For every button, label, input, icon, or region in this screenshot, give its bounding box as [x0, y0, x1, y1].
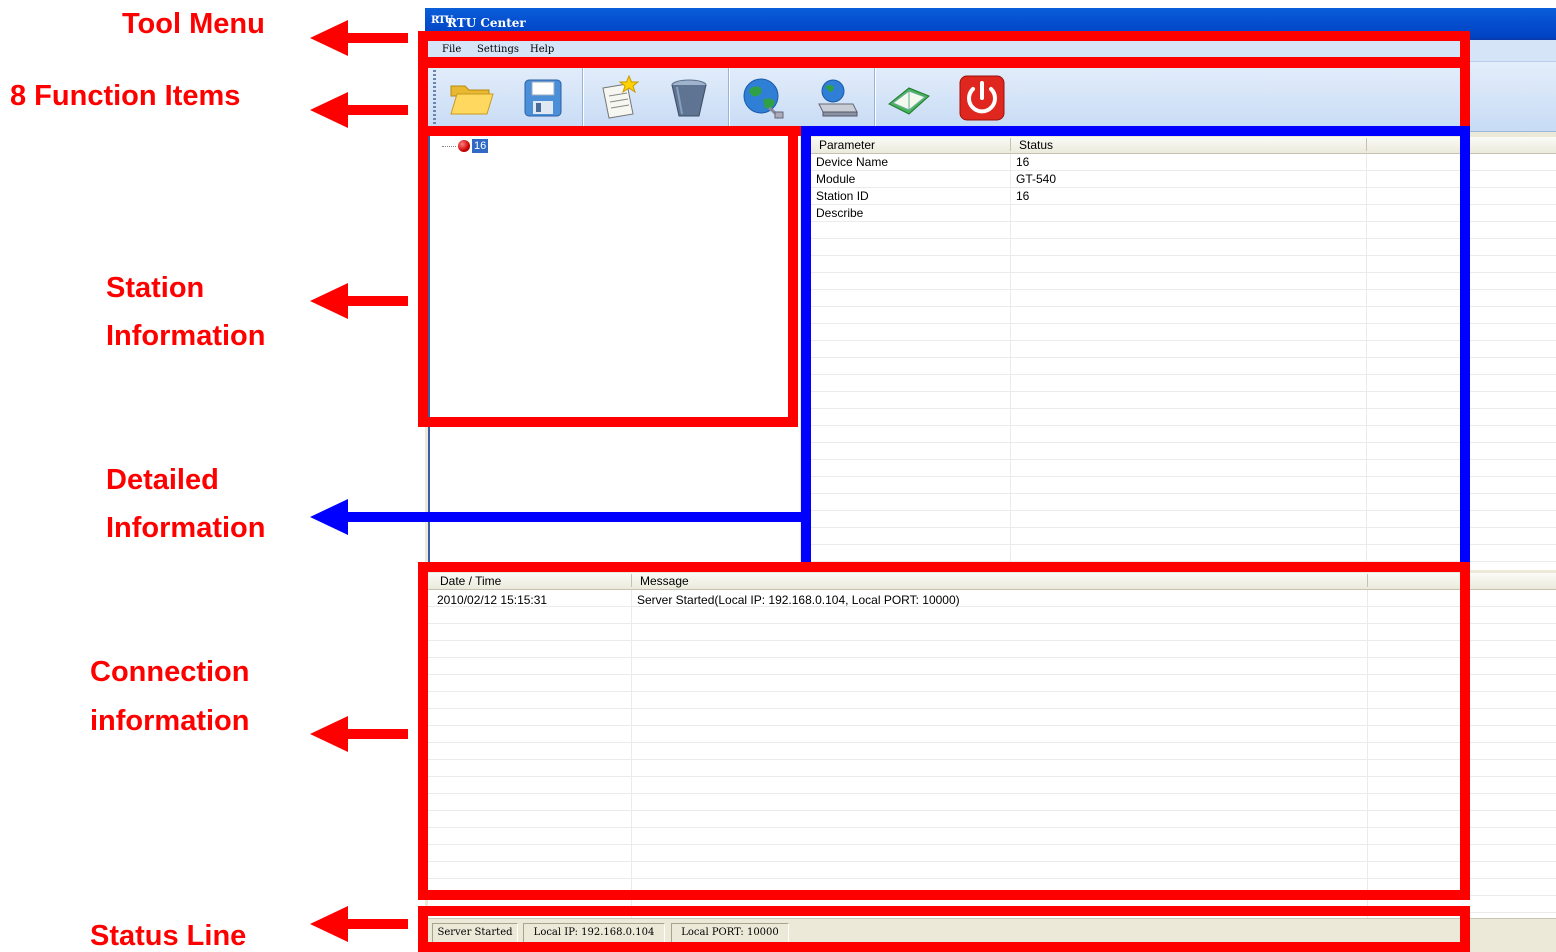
- book-icon[interactable]: [885, 74, 933, 122]
- status-bar: Server Started Local IP: 192.168.0.104 L…: [425, 918, 1556, 952]
- label-tool-menu: Tool Menu: [122, 8, 265, 40]
- menu-bar: File Settings Help: [425, 40, 1556, 62]
- arrow-function-items-icon: [310, 92, 408, 128]
- toolbar-separator: [582, 68, 583, 126]
- app-icon: RTU: [431, 15, 453, 26]
- toolbar-separator: [874, 68, 875, 126]
- column-divider[interactable]: [631, 574, 632, 587]
- tree-node-label[interactable]: 16: [472, 139, 489, 153]
- arrow-station-info-icon: [310, 283, 408, 319]
- param-cell: Station ID: [816, 189, 869, 203]
- label-status-line: Status Line: [90, 920, 247, 952]
- arrow-status-line-icon: [310, 906, 408, 942]
- menu-settings[interactable]: Settings: [477, 44, 519, 55]
- log-message-cell: Server Started(Local IP: 192.168.0.104, …: [637, 593, 960, 607]
- status-server-state: Server Started: [432, 923, 518, 943]
- status-local-port: Local PORT: 10000: [671, 923, 789, 943]
- col-header-parameter[interactable]: Parameter: [819, 138, 875, 152]
- toolbar-separator: [728, 68, 729, 126]
- col-header-datetime[interactable]: Date / Time: [440, 574, 501, 588]
- power-icon[interactable]: [958, 74, 1006, 122]
- param-cell: Describe: [816, 206, 864, 220]
- station-status-icon: [458, 140, 470, 152]
- status-local-ip: Local IP: 192.168.0.104: [523, 923, 665, 943]
- open-folder-icon[interactable]: [447, 74, 495, 122]
- grid-vline: [631, 590, 632, 918]
- param-cell: Device Name: [816, 155, 889, 169]
- network-device-icon[interactable]: [813, 74, 861, 122]
- col-header-status[interactable]: Status: [1019, 138, 1053, 152]
- title-bar[interactable]: RTU RTU Center: [425, 8, 1556, 40]
- save-disk-icon[interactable]: [519, 74, 567, 122]
- detail-grid: Parameter Status Device Name 16 Module G…: [811, 137, 1556, 570]
- detail-grid-rows: [811, 154, 1556, 570]
- function-toolbar: [425, 62, 1556, 132]
- tree-connector: [442, 146, 456, 147]
- value-cell: GT-540: [1016, 172, 1057, 186]
- param-cell: Module: [816, 172, 856, 186]
- label-detailed-line1: Detailed: [106, 464, 219, 496]
- rtu-center-window: RTU RTU Center File Settings Help 16 Par…: [425, 8, 1556, 952]
- arrow-connection-info-icon: [310, 716, 408, 752]
- new-document-icon[interactable]: [595, 74, 643, 122]
- log-grid-rows: [428, 590, 1556, 918]
- grid-vline: [1366, 154, 1367, 570]
- column-divider[interactable]: [1366, 138, 1367, 151]
- label-station-line2: Information: [106, 320, 266, 352]
- menu-file[interactable]: File: [442, 44, 461, 55]
- grid-vline: [1367, 590, 1368, 918]
- menu-help[interactable]: Help: [530, 44, 554, 55]
- toolbar-grip[interactable]: [433, 70, 436, 126]
- column-divider[interactable]: [1367, 574, 1368, 587]
- detail-grid-header: Parameter Status: [811, 137, 1556, 154]
- label-detailed-line2: Information: [106, 512, 266, 544]
- window-title: RTU Center: [447, 16, 526, 30]
- column-divider[interactable]: [1010, 138, 1011, 151]
- connection-log-grid: Date / Time Message 2010/02/12 15:15:31 …: [428, 573, 1556, 918]
- arrow-detailed-info-icon: [310, 499, 804, 535]
- value-cell: 16: [1016, 189, 1030, 203]
- arrow-tool-menu-icon: [310, 20, 408, 56]
- globe-connect-icon[interactable]: [739, 74, 787, 122]
- label-station-line1: Station: [106, 272, 205, 304]
- value-cell: 16: [1016, 155, 1030, 169]
- grid-vline: [1010, 154, 1011, 570]
- label-function-items: 8 Function Items: [10, 80, 241, 112]
- label-connection-line2: information: [90, 705, 250, 737]
- label-connection-line1: Connection: [90, 656, 250, 688]
- delete-bin-icon[interactable]: [665, 74, 713, 122]
- log-grid-header: Date / Time Message: [428, 573, 1556, 590]
- log-datetime-cell: 2010/02/12 15:15:31: [437, 593, 548, 607]
- col-header-message[interactable]: Message: [640, 574, 689, 588]
